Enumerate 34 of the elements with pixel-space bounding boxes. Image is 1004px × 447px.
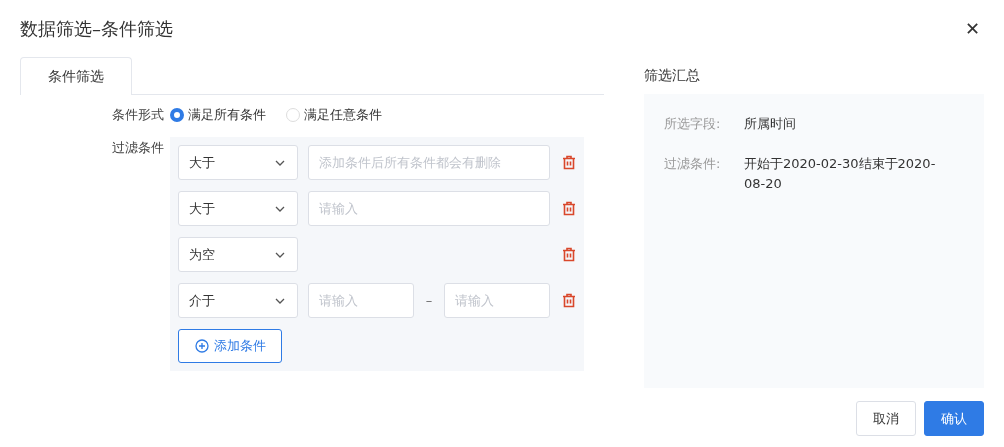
input-field[interactable]: 添加条件后所有条件都会有删除: [308, 145, 550, 180]
tab[interactable]: 条件筛选: [20, 57, 132, 95]
operator-select[interactable]: 为空: [178, 237, 298, 272]
field-label: 条件形式: [111, 106, 165, 124]
radio-label: 满足所有条件: [188, 106, 266, 124]
plus-circle-icon: [194, 339, 209, 353]
radio-label: 满足任意条件: [304, 106, 382, 124]
summary-label: 过滤条件:: [664, 155, 722, 173]
close-button[interactable]: ✕: [965, 18, 980, 40]
trash-icon[interactable]: [562, 293, 576, 308]
range-separator: –: [424, 293, 434, 308]
input-field[interactable]: 请输入: [308, 283, 414, 318]
trash-icon[interactable]: [562, 201, 576, 216]
summary-label: 所选字段:: [664, 115, 722, 133]
trash-icon[interactable]: [562, 155, 576, 170]
caret-icon: [275, 159, 285, 166]
field-label: 过滤条件: [111, 139, 165, 157]
operator-select[interactable]: 介于: [178, 283, 298, 318]
cancel-button[interactable]: 取消: [856, 401, 916, 436]
dialog-title: 数据筛选–条件筛选: [20, 17, 173, 41]
operator-select[interactable]: 大于: [178, 145, 298, 180]
input-field[interactable]: 请输入: [444, 283, 550, 318]
operator-select[interactable]: 大于: [178, 191, 298, 226]
summary-title: 筛选汇总: [644, 67, 701, 85]
trash-icon[interactable]: [562, 247, 576, 262]
radio-button[interactable]: [170, 108, 184, 122]
summary-value: 开始于2020-02-30结束于2020-08-20: [744, 155, 937, 193]
summary-value: 所属时间: [744, 115, 797, 133]
caret-icon: [275, 297, 285, 304]
input-field[interactable]: 请输入: [308, 191, 550, 226]
add-condition-button[interactable]: 添加条件: [178, 329, 282, 363]
caret-icon: [275, 205, 285, 212]
caret-icon: [275, 251, 285, 258]
confirm-button[interactable]: 确认: [924, 401, 984, 436]
